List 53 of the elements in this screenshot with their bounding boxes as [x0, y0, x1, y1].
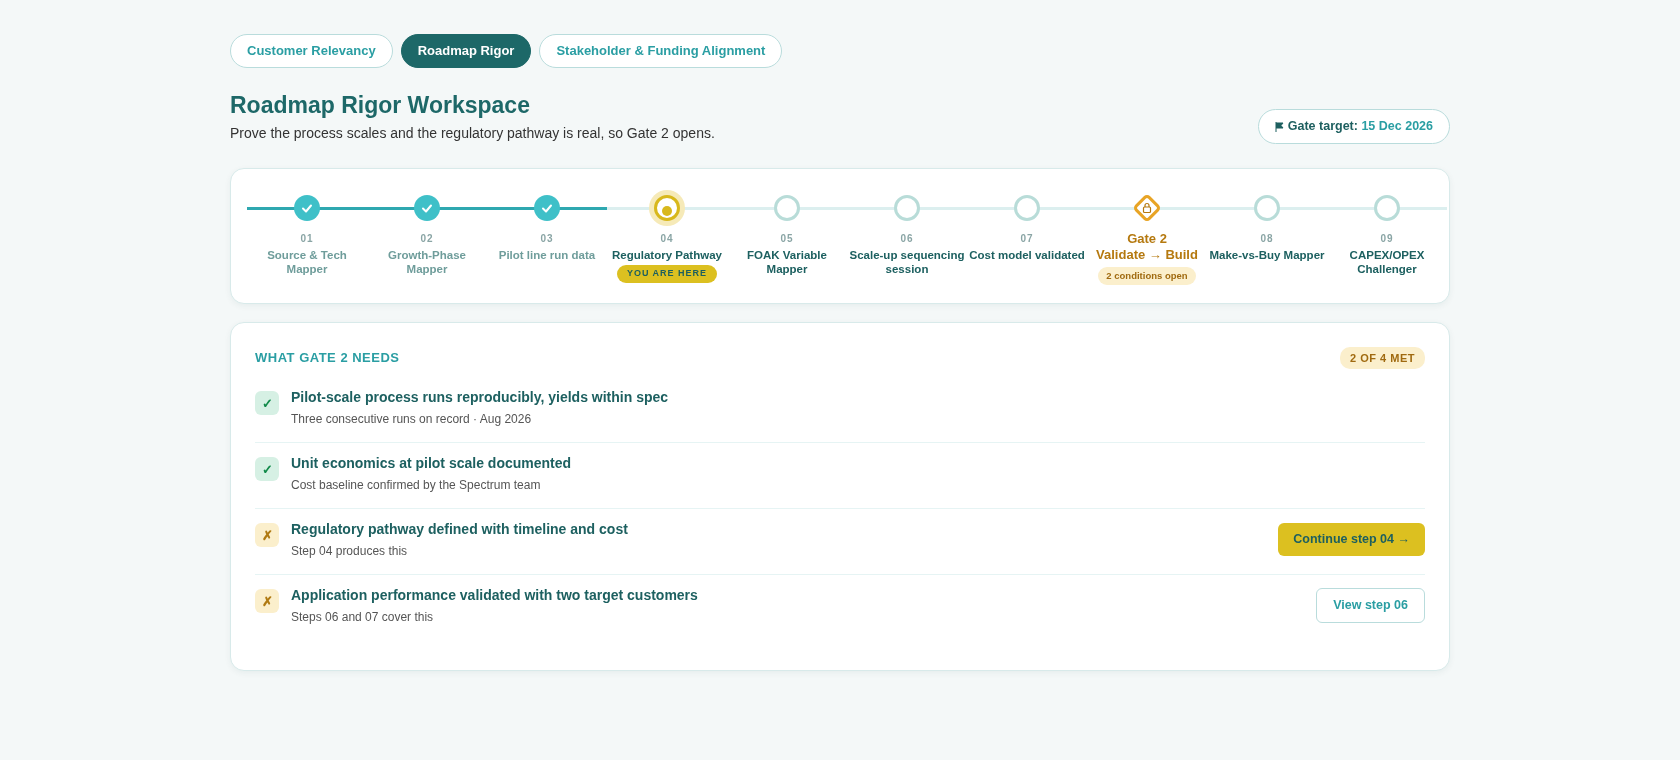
page-subtitle: Prove the process scales and the regulatory pathway is real, so Gate 2 opens. [230, 124, 715, 144]
requirement-detail: Steps 06 and 07 cover this [291, 609, 435, 627]
step-done-icon[interactable] [414, 195, 440, 222]
requirement-title: Application performance validated with two target customers [291, 586, 699, 606]
requirement-title: Unit economics at pilot scale documented [291, 454, 573, 474]
gate-label: Validate → Build [1096, 247, 1198, 264]
conditions-badge: 2 conditions open [1098, 266, 1196, 285]
step-label: Pilot line run data [497, 248, 597, 263]
requirement-title: Pilot-scale process runs reproducibly, yields within spec [291, 388, 670, 408]
requirement-detail: Step 04 produces this [291, 543, 409, 561]
step-number: 06 [900, 232, 914, 247]
cross-icon: ✗ [255, 523, 279, 548]
check-icon: ✓ [255, 391, 279, 416]
step-number: 09 [1380, 232, 1394, 247]
step-done-icon[interactable] [294, 195, 320, 222]
step-label: Source & Tech Mapper [266, 248, 348, 277]
step-label: Growth-Phase Mapper [387, 248, 467, 277]
requirement-detail: Cost baseline confirmed by the Spectrum team [291, 477, 542, 495]
requirement-detail: Three consecutive runs on record · Aug 2026 [291, 411, 533, 429]
current-step-badge: YOU ARE HERE [616, 265, 718, 283]
cross-icon: ✗ [255, 589, 279, 614]
step-label: Regulatory Pathway [611, 248, 723, 263]
tab[interactable]: Stakeholder & Funding Alignment [539, 34, 783, 68]
page-title: Roadmap Rigor Workspace [230, 91, 531, 120]
step-number: 02 [420, 232, 434, 247]
step-number: 03 [540, 232, 554, 247]
section-heading: WHAT GATE 2 NEEDS [255, 349, 400, 368]
step-number: 05 [780, 232, 794, 247]
check-icon: ✓ [255, 457, 279, 482]
step-label: Make-vs-Buy Mapper [1208, 248, 1326, 263]
view-button[interactable]: View step 06 [1316, 588, 1425, 624]
step-node[interactable] [1374, 195, 1400, 222]
step-number: 07 [1020, 232, 1034, 247]
step-node[interactable] [1014, 195, 1040, 222]
step-label: FOAK Variable Mapper [746, 248, 828, 277]
step-node[interactable] [774, 195, 800, 222]
gate-target-pill: Gate target: 15 Dec 2026 [1258, 109, 1450, 145]
tab[interactable]: Customer Relevancy [230, 34, 393, 68]
continue-button[interactable]: Continue step 04 → [1278, 523, 1425, 557]
count-badge: 2 OF 4 MET [1340, 346, 1425, 370]
step-node[interactable] [894, 195, 920, 222]
requirement-title: Regulatory pathway defined with timeline and cost [291, 520, 629, 540]
gate-title: Gate 2 [1127, 231, 1167, 248]
step-number: 04 [660, 232, 674, 247]
tab[interactable]: Roadmap Rigor [400, 34, 532, 68]
step-number: 01 [300, 232, 314, 247]
step-label: CAPEX/OPEX Challenger [1348, 248, 1426, 277]
step-label: Cost model validated [968, 248, 1086, 263]
step-node[interactable] [1254, 195, 1280, 222]
flag-icon [1275, 122, 1285, 133]
step-label: Scale-up sequencing session [848, 248, 966, 277]
step-number: 08 [1260, 232, 1274, 247]
step-done-icon[interactable] [534, 195, 560, 222]
